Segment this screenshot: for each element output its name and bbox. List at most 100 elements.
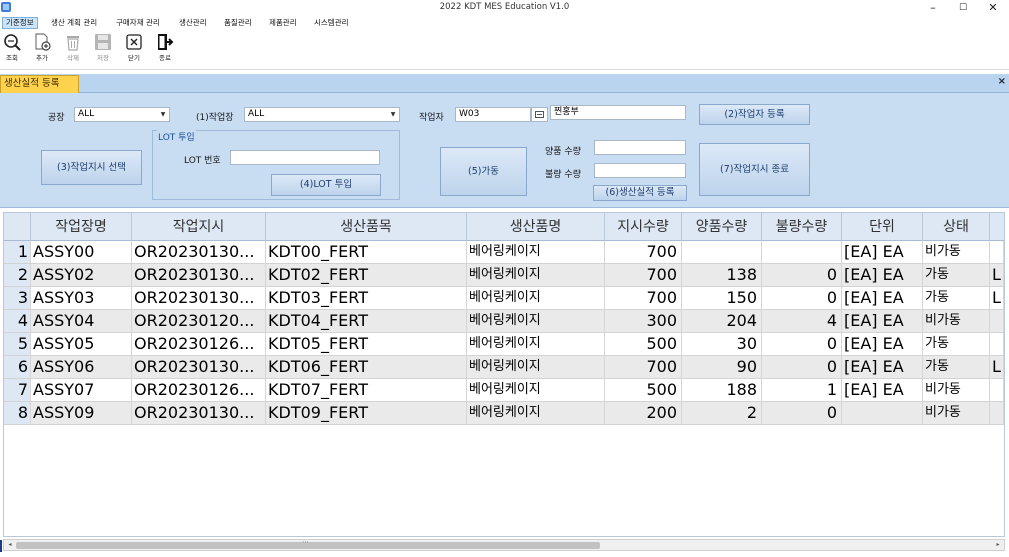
table-row[interactable]: 5 ASSY05 OR20230126... KDT05_FERT 베어링케이지 500 3… [4, 333, 1004, 356]
menu-item-production[interactable]: 생산관리 [176, 17, 210, 29]
cell-item[interactable]: KDT00_FERT [266, 241, 467, 263]
close-window-button[interactable]: ✕ [978, 1, 1008, 15]
row-number[interactable]: 3 [4, 287, 31, 309]
cell-work-order[interactable]: OR20230130... [132, 264, 266, 286]
cell-overflow[interactable] [990, 241, 1004, 263]
cell-overflow[interactable]: L [990, 287, 1004, 309]
bad-qty-input[interactable] [594, 163, 686, 178]
cell-good-qty[interactable]: 90 [682, 356, 762, 378]
cell-overflow[interactable]: L [990, 356, 1004, 378]
tab-close-icon[interactable]: × [998, 76, 1006, 87]
cell-status[interactable]: 비가동 [923, 241, 990, 263]
cell-order-qty[interactable]: 700 [605, 264, 682, 286]
cell-status[interactable]: 가동 [923, 333, 990, 355]
cell-work-order[interactable]: OR20230120... [132, 310, 266, 332]
cell-order-qty[interactable]: 500 [605, 333, 682, 355]
close-button[interactable]: 닫기 [122, 33, 146, 69]
cell-unit[interactable]: [EA] EA [842, 379, 923, 401]
register-production-result-button[interactable]: (6)생산실적 등록 [593, 185, 687, 201]
table-row[interactable]: 6 ASSY06 OR20230130... KDT06_FERT 베어링케이지 700 9… [4, 356, 1004, 379]
worker-lookup-button[interactable] [531, 107, 548, 122]
cell-order-qty[interactable]: 700 [605, 241, 682, 263]
cell-good-qty[interactable]: 30 [682, 333, 762, 355]
cell-order-qty[interactable]: 200 [605, 402, 682, 424]
cell-unit[interactable]: [EA] EA [842, 310, 923, 332]
cell-overflow[interactable] [990, 310, 1004, 332]
cell-unit[interactable]: [EA] EA [842, 287, 923, 309]
row-number[interactable]: 8 [4, 402, 31, 424]
cell-workcenter[interactable]: ASSY03 [31, 287, 132, 309]
cell-item-name[interactable]: 베어링케이지 [467, 356, 605, 378]
cell-item[interactable]: KDT05_FERT [266, 333, 467, 355]
menu-item-product[interactable]: 제품관리 [266, 17, 300, 29]
cell-workcenter[interactable]: ASSY05 [31, 333, 132, 355]
cell-overflow[interactable]: L [990, 264, 1004, 286]
cell-item[interactable]: KDT02_FERT [266, 264, 467, 286]
horizontal-scrollbar[interactable]: ◂ ⋯ ▸ [3, 538, 1005, 551]
cell-overflow[interactable] [990, 402, 1004, 424]
column-header-work-order[interactable]: 작업지시 [132, 213, 266, 241]
cell-good-qty[interactable]: 204 [682, 310, 762, 332]
plant-combobox[interactable]: ALL ▼ [74, 107, 170, 122]
cell-bad-qty[interactable]: 0 [762, 356, 842, 378]
cell-bad-qty[interactable]: 0 [762, 402, 842, 424]
row-number[interactable]: 5 [4, 333, 31, 355]
scrollbar-thumb[interactable]: ⋯ [16, 538, 600, 549]
column-header-unit[interactable]: 단위 [842, 213, 923, 241]
cell-item-name[interactable]: 베어링케이지 [467, 310, 605, 332]
cell-workcenter[interactable]: ASSY02 [31, 264, 132, 286]
cell-unit[interactable]: [EA] EA [842, 333, 923, 355]
row-number[interactable]: 7 [4, 379, 31, 401]
production-grid[interactable]: 작업장명 작업지시 생산품목 생산품명 지시수량 양품수량 불량수량 단위 상태… [3, 212, 1005, 537]
cell-overflow[interactable] [990, 333, 1004, 355]
cell-status[interactable]: 비가동 [923, 379, 990, 401]
cell-status[interactable]: 비가동 [923, 310, 990, 332]
operate-button[interactable]: (5)가동 [440, 147, 527, 196]
column-header-workcenter[interactable]: 작업장명 [31, 213, 132, 241]
cell-item-name[interactable]: 베어링케이지 [467, 379, 605, 401]
worker-code-field[interactable]: W03 [455, 107, 531, 122]
column-header-good-qty[interactable]: 양품수량 [682, 213, 762, 241]
table-row[interactable]: 1 ASSY00 OR20230130... KDT00_FERT 베어링케이지 700 [… [4, 241, 1004, 264]
cell-item-name[interactable]: 베어링케이지 [467, 264, 605, 286]
table-row[interactable]: 7 ASSY07 OR20230126... KDT07_FERT 베어링케이지 500 1… [4, 379, 1004, 402]
tab-production-result[interactable]: 생산실적 등록 [0, 75, 79, 93]
row-number[interactable]: 4 [4, 310, 31, 332]
scroll-left-icon[interactable]: ◂ [5, 540, 15, 550]
cell-work-order[interactable]: OR20230130... [132, 287, 266, 309]
cell-order-qty[interactable]: 500 [605, 379, 682, 401]
exit-button[interactable]: 종료 [153, 33, 177, 69]
cell-workcenter[interactable]: ASSY04 [31, 310, 132, 332]
save-button[interactable]: 저장 [91, 33, 115, 69]
cell-order-qty[interactable]: 700 [605, 287, 682, 309]
cell-good-qty[interactable] [682, 241, 762, 263]
cell-bad-qty[interactable]: 4 [762, 310, 842, 332]
cell-status[interactable]: 비가동 [923, 402, 990, 424]
table-row[interactable]: 3 ASSY03 OR20230130... KDT03_FERT 베어링케이지 700 1… [4, 287, 1004, 310]
cell-order-qty[interactable]: 300 [605, 310, 682, 332]
row-number[interactable]: 2 [4, 264, 31, 286]
cell-unit[interactable]: [EA] EA [842, 264, 923, 286]
menu-item-production-plan[interactable]: 생산 계획 관리 [48, 17, 100, 29]
cell-item[interactable]: KDT06_FERT [266, 356, 467, 378]
cell-overflow[interactable] [990, 379, 1004, 401]
cell-order-qty[interactable]: 700 [605, 356, 682, 378]
cell-good-qty[interactable]: 150 [682, 287, 762, 309]
add-button[interactable]: 추가 [30, 33, 54, 69]
row-number[interactable]: 6 [4, 356, 31, 378]
cell-work-order[interactable]: OR20230130... [132, 241, 266, 263]
cell-item[interactable]: KDT09_FERT [266, 402, 467, 424]
cell-status[interactable]: 가동 [923, 264, 990, 286]
workcenter-combobox[interactable]: ALL ▼ [244, 107, 400, 122]
scroll-right-icon[interactable]: ▸ [993, 540, 1003, 550]
cell-unit[interactable] [842, 402, 923, 424]
cell-bad-qty[interactable]: 1 [762, 379, 842, 401]
column-header-bad-qty[interactable]: 불량수량 [762, 213, 842, 241]
select-work-order-button[interactable]: (3)작업지시 선택 [41, 150, 142, 185]
cell-workcenter[interactable]: ASSY07 [31, 379, 132, 401]
cell-item[interactable]: KDT03_FERT [266, 287, 467, 309]
table-row[interactable]: 4 ASSY04 OR20230120... KDT04_FERT 베어링케이지 300 2… [4, 310, 1004, 333]
cell-bad-qty[interactable] [762, 241, 842, 263]
lot-input-button[interactable]: (4)LOT 투입 [271, 174, 381, 196]
cell-good-qty[interactable]: 2 [682, 402, 762, 424]
